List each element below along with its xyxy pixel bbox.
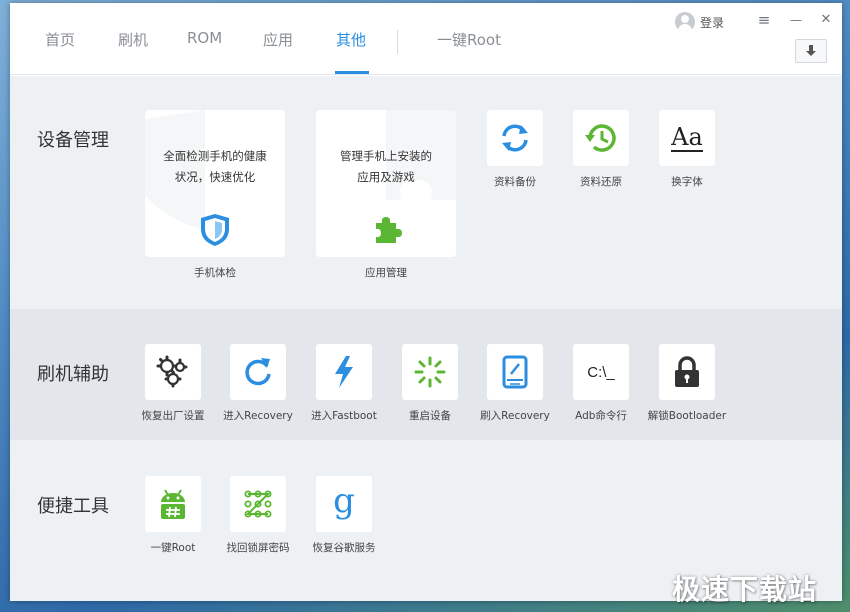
pattern-lock-icon <box>244 490 272 518</box>
google-icon: g <box>333 481 355 521</box>
app-window: 首页 刷机 ROM 应用 其他 一键Root 登录 ≡ — ✕ 设备管理 全面检… <box>10 3 842 601</box>
tool-label: 资料还原 <box>580 176 622 188</box>
lock-icon <box>675 356 699 387</box>
adb-command-line-tool[interactable]: C:\_ Adb命令行 <box>561 344 641 423</box>
tool-label: 解锁Bootloader <box>647 410 727 422</box>
one-click-root-tool[interactable]: 一键Root <box>133 476 213 555</box>
tab-divider <box>397 30 398 54</box>
top-nav-bar: 首页 刷机 ROM 应用 其他 一键Root 登录 ≡ — ✕ <box>10 3 842 75</box>
flash-assist-section: 刷机辅助 恢复出厂设置 进入Recovery 进入Fastboot 重启设备 刷… <box>10 309 842 440</box>
download-arrow-icon <box>806 45 816 56</box>
active-tab-indicator <box>335 71 369 74</box>
section-title: 便捷工具 <box>37 496 109 517</box>
card-label: 应用管理 <box>365 267 407 279</box>
section-title: 设备管理 <box>37 130 109 151</box>
close-icon[interactable]: ✕ <box>818 12 834 28</box>
restore-icon <box>585 124 616 152</box>
card-label: 手机体检 <box>194 267 236 279</box>
tab-one-click-root[interactable]: 一键Root <box>437 29 501 50</box>
change-font-tool[interactable]: Aa 换字体 <box>647 110 727 189</box>
lightning-icon <box>335 356 353 388</box>
android-icon <box>161 489 185 519</box>
sync-icon <box>502 124 528 152</box>
tab-rom[interactable]: ROM <box>187 29 222 47</box>
font-icon: Aa <box>671 123 703 152</box>
gears-icon <box>156 355 188 388</box>
download-button[interactable] <box>795 39 827 63</box>
tool-label: 恢复谷歌服务 <box>312 542 376 554</box>
phone-checkup-card[interactable]: 全面检测手机的健康 状况，快速优化 <box>145 110 285 257</box>
menu-icon[interactable]: ≡ <box>756 12 772 28</box>
tool-label: 换字体 <box>671 176 703 188</box>
tool-label: 进入Recovery <box>223 410 293 422</box>
unlock-bootloader-tool[interactable]: 解锁Bootloader <box>647 344 727 423</box>
reboot-device-tool[interactable]: 重启设备 <box>390 344 470 423</box>
login-button[interactable]: 登录 <box>675 12 724 32</box>
card-description: 全面检测手机的健康 状况，快速优化 <box>163 149 267 184</box>
tablet-icon <box>502 355 528 389</box>
card-description: 管理手机上安装的 应用及游戏 <box>340 149 432 184</box>
avatar-icon <box>675 12 695 32</box>
login-label: 登录 <box>700 15 725 30</box>
tab-flash[interactable]: 刷机 <box>118 29 148 50</box>
tool-label: 资料备份 <box>494 176 536 188</box>
device-management-section: 设备管理 全面检测手机的健康 状况，快速优化 手机体检 管理手机上安装的 应用及… <box>10 76 842 309</box>
tool-label: 恢复出厂设置 <box>141 410 205 422</box>
terminal-icon: C:\_ <box>587 363 615 381</box>
refresh-icon <box>245 358 271 386</box>
app-management-card[interactable]: 管理手机上安装的 应用及游戏 <box>316 110 456 257</box>
shield-icon <box>201 214 229 246</box>
tab-home[interactable]: 首页 <box>45 29 75 50</box>
recover-lock-password-tool[interactable]: 找回锁屏密码 <box>218 476 298 555</box>
tool-label: 重启设备 <box>409 410 451 422</box>
restore-google-services-tool[interactable]: g 恢复谷歌服务 <box>304 476 384 555</box>
tool-label: 进入Fastboot <box>311 410 377 422</box>
data-backup-tool[interactable]: 资料备份 <box>475 110 555 189</box>
data-restore-tool[interactable]: 资料还原 <box>561 110 641 189</box>
puzzle-icon <box>376 217 402 243</box>
tool-label: Adb命令行 <box>575 410 627 422</box>
tab-other[interactable]: 其他 <box>336 29 366 50</box>
tab-apps[interactable]: 应用 <box>263 29 293 50</box>
tool-label: 一键Root <box>150 542 196 554</box>
site-watermark: 极速下载站 <box>672 573 818 606</box>
enter-fastboot-tool[interactable]: 进入Fastboot <box>304 344 384 423</box>
minimize-icon[interactable]: — <box>788 12 804 28</box>
section-title: 刷机辅助 <box>37 364 109 385</box>
flash-recovery-tool[interactable]: 刷入Recovery <box>475 344 555 423</box>
tool-label: 找回锁屏密码 <box>226 542 290 554</box>
tool-label: 刷入Recovery <box>480 410 550 422</box>
spinner-icon <box>414 356 446 388</box>
enter-recovery-tool[interactable]: 进入Recovery <box>218 344 298 423</box>
factory-reset-tool[interactable]: 恢复出厂设置 <box>133 344 213 423</box>
